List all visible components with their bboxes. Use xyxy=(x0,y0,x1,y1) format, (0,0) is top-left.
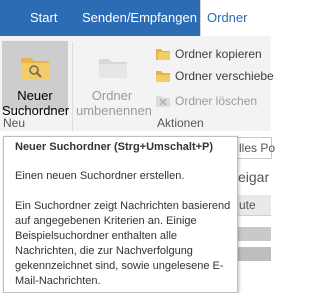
rename-folder-icon xyxy=(99,59,127,78)
sort-field-text: eigar xyxy=(238,169,270,185)
group-label-new: Neu xyxy=(3,116,26,130)
tab-send-receive[interactable]: Senden/Empfangen xyxy=(82,0,197,36)
move-folder-label: Ordner verschiebe xyxy=(175,69,274,83)
column-header[interactable]: ute xyxy=(236,195,271,216)
folder-scope-text: lles Po xyxy=(239,141,276,155)
tab-folder[interactable]: Ordner xyxy=(200,0,271,36)
copy-folder-label: Ordner kopieren xyxy=(175,47,262,61)
move-folder-icon xyxy=(156,71,170,82)
column-header-text: ute xyxy=(239,198,256,212)
group-label-actions: Aktionen xyxy=(157,116,204,130)
ribbon-tab-bar: Start Senden/Empfangen Ordner xyxy=(0,0,271,36)
list-row-blurred xyxy=(236,247,271,261)
new-search-folder-button[interactable]: Neuer Suchordner xyxy=(2,41,69,118)
new-search-folder-label-line1: Neuer xyxy=(17,88,53,103)
tooltip-summary: Einen neuen Suchordner erstellen. xyxy=(15,170,185,182)
ribbon: Neuer Suchordner Ordner umbenennen Ordner … xyxy=(0,36,274,148)
delete-folder-label: Ordner löschen xyxy=(175,94,258,108)
delete-folder-icon xyxy=(156,96,170,107)
rename-folder-label-line1: Ordner xyxy=(91,88,133,103)
tooltip-description: Ein Suchordner zeigt Nachrichten basiere… xyxy=(15,200,231,287)
rename-folder-button[interactable]: Ordner umbenennen xyxy=(76,41,152,118)
folder-scope-box[interactable]: lles Po xyxy=(236,137,276,159)
tooltip: Neuer Suchordner (Strg+Umschalt+P) Einen… xyxy=(3,136,238,293)
tab-start[interactable]: Start xyxy=(30,0,57,36)
copy-folder-icon xyxy=(156,49,170,60)
search-folder-icon xyxy=(21,58,49,79)
tooltip-title: Neuer Suchordner (Strg+Umschalt+P) xyxy=(15,141,214,153)
list-row-blurred xyxy=(236,227,271,241)
rename-folder-label-line2: umbenennen xyxy=(76,103,152,118)
